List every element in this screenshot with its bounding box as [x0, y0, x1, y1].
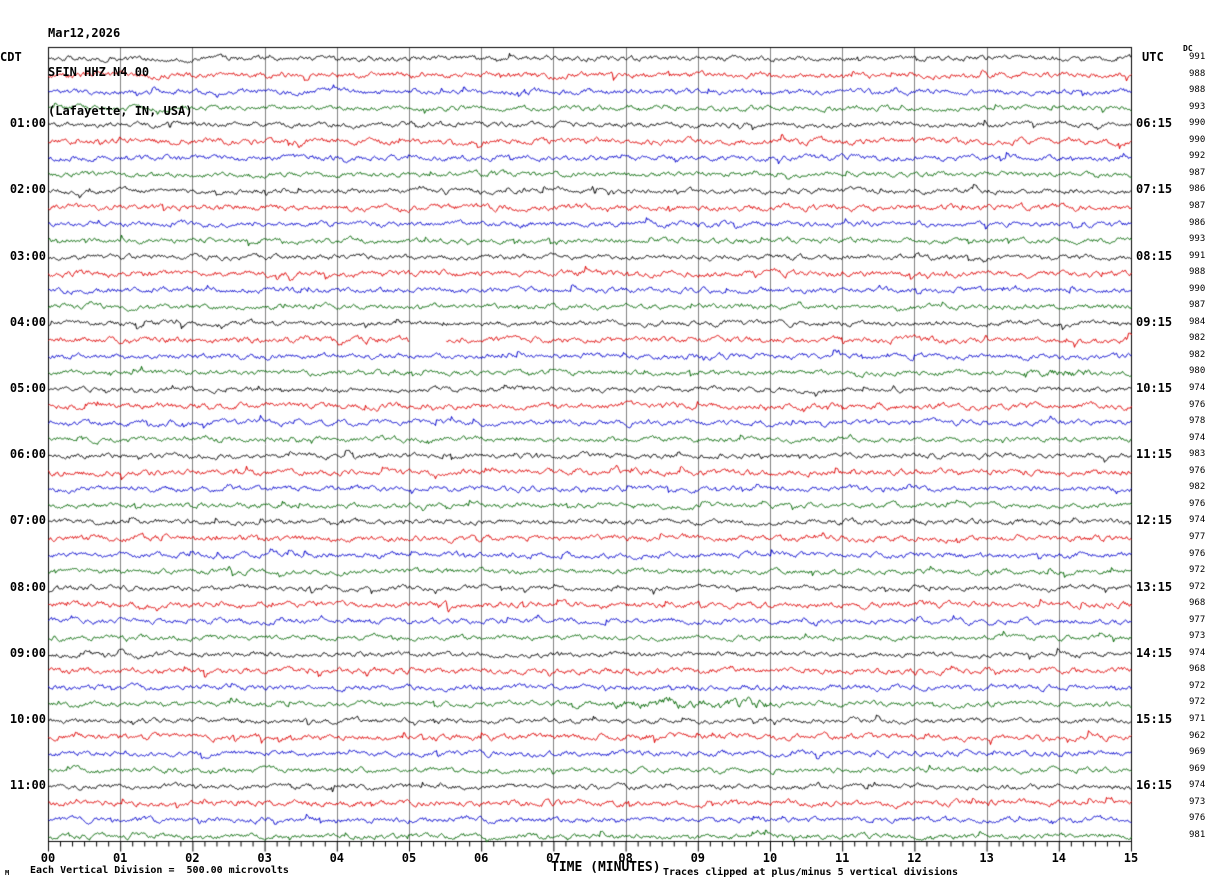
cdt-hour-label: 07:00 — [9, 513, 46, 528]
dc-value: 974 — [1189, 780, 1206, 791]
cdt-hour-label: 09:00 — [9, 645, 46, 660]
utc-hour-label: 08:15 — [1136, 248, 1173, 263]
dc-value: 988 — [1189, 267, 1206, 278]
dc-value: 977 — [1189, 614, 1206, 625]
x-tick-label: 03 — [257, 851, 272, 865]
utc-hour-label: 12:15 — [1136, 513, 1173, 528]
x-tick-label: 05 — [401, 851, 417, 865]
title-station: SFIN HHZ N4 00 — [48, 65, 150, 79]
x-tick-label: 06 — [473, 851, 489, 865]
dc-value: 972 — [1189, 680, 1206, 691]
dc-value: 986 — [1189, 217, 1206, 228]
dc-value: 980 — [1189, 366, 1206, 377]
dc-value: 987 — [1189, 167, 1206, 178]
x-tick-label: 00 — [40, 851, 56, 865]
left-axis-header-cdt: CDT — [0, 50, 22, 64]
utc-hour-label: 07:15 — [1136, 182, 1173, 197]
dc-value: 974 — [1189, 383, 1206, 393]
x-tick-label: 12 — [907, 851, 922, 865]
dc-value: 982 — [1189, 333, 1206, 344]
title-location: (Lafayette, IN, USA) — [48, 104, 193, 118]
seismogram-plot-canvas — [0, 0, 1210, 886]
dc-value: 972 — [1189, 581, 1206, 592]
utc-hour-label: 10:15 — [1136, 381, 1173, 395]
cdt-hour-label: 11:00 — [9, 778, 46, 793]
cdt-hour-label: 08:00 — [9, 579, 46, 594]
dc-value: 972 — [1189, 697, 1206, 708]
dc-value: 976 — [1189, 813, 1206, 824]
dc-value: 968 — [1189, 664, 1206, 675]
vertical-scale-note: Each Vertical Division = 500.00 microvol… — [30, 865, 289, 876]
utc-hour-label: 09:15 — [1136, 314, 1173, 329]
x-tick-label: 02 — [185, 851, 200, 865]
dc-value: 986 — [1189, 184, 1206, 195]
dc-value: 993 — [1189, 101, 1206, 112]
right-axis-header-utc: UTC — [1142, 50, 1164, 64]
clipping-note: Traces clipped at plus/minus 5 vertical … — [663, 867, 959, 878]
utc-hour-label: 16:15 — [1136, 778, 1173, 793]
title-block: Mar12,2026 SFIN HHZ N4 00 (Lafayette, IN… — [48, 1, 193, 131]
dc-value: 962 — [1189, 730, 1206, 741]
dc-value: 982 — [1189, 482, 1206, 493]
dc-value: 987 — [1189, 300, 1206, 311]
x-tick-label: 15 — [1123, 851, 1139, 865]
dc-value: 983 — [1189, 449, 1206, 460]
x-tick-label: 01 — [112, 851, 128, 865]
dc-value: 974 — [1189, 432, 1206, 443]
dc-value: 976 — [1189, 498, 1206, 509]
cdt-hour-label: 02:00 — [9, 182, 46, 197]
dc-value: 978 — [1189, 416, 1206, 427]
dc-value: 969 — [1189, 763, 1206, 774]
cdt-hour-label: 01:00 — [9, 116, 46, 131]
dc-value: 974 — [1189, 647, 1206, 658]
dc-value: 984 — [1189, 316, 1206, 327]
dc-value: 990 — [1189, 134, 1206, 145]
dc-value: 973 — [1189, 796, 1206, 807]
dc-value: 976 — [1189, 465, 1206, 476]
dc-value: 990 — [1189, 118, 1206, 129]
dc-value: 969 — [1189, 747, 1206, 758]
dc-value: 968 — [1189, 598, 1206, 609]
dc-value: 973 — [1189, 631, 1206, 642]
cdt-hour-label: 06:00 — [9, 447, 46, 462]
dc-value: 991 — [1189, 250, 1206, 261]
dc-value: 988 — [1189, 85, 1206, 96]
dc-value: 971 — [1189, 714, 1206, 724]
dc-value: 990 — [1189, 283, 1206, 294]
utc-hour-label: 13:15 — [1136, 579, 1173, 594]
x-tick-label: 09 — [690, 851, 706, 865]
dc-value: 976 — [1189, 548, 1206, 559]
dc-value: 982 — [1189, 349, 1206, 360]
x-tick-label: 04 — [329, 851, 345, 865]
cdt-hour-label: 10:00 — [9, 712, 46, 726]
helicorder-page: { "title": { "date": "Mar12,2026", "stat… — [0, 0, 1210, 886]
dc-value: 988 — [1189, 68, 1206, 79]
cdt-hour-label: 05:00 — [9, 381, 46, 395]
x-tick-label: 14 — [1051, 851, 1067, 865]
cdt-hour-label: 04:00 — [9, 314, 46, 329]
dc-value: 992 — [1189, 151, 1206, 162]
dc-value: 972 — [1189, 565, 1206, 576]
cdt-hour-label: 03:00 — [9, 248, 46, 263]
x-axis-title: TIME (MINUTES) — [551, 860, 661, 875]
dc-value: 991 — [1189, 52, 1206, 62]
x-tick-label: 13 — [979, 851, 994, 865]
dc-value: 987 — [1189, 200, 1206, 211]
title-date: Mar12,2026 — [48, 26, 121, 40]
dc-value: 976 — [1189, 399, 1206, 410]
dc-value: 977 — [1189, 531, 1206, 542]
x-tick-label: 10 — [762, 851, 778, 865]
dc-value: 993 — [1189, 234, 1206, 245]
utc-hour-label: 15:15 — [1136, 712, 1173, 726]
utc-hour-label: 11:15 — [1136, 447, 1173, 462]
utc-hour-label: 06:15 — [1136, 116, 1173, 131]
utc-hour-label: 14:15 — [1136, 645, 1173, 660]
corner-mark: M — [5, 869, 10, 877]
dc-value: 981 — [1189, 829, 1206, 840]
x-tick-label: 11 — [834, 851, 850, 865]
dc-value: 974 — [1189, 515, 1206, 526]
